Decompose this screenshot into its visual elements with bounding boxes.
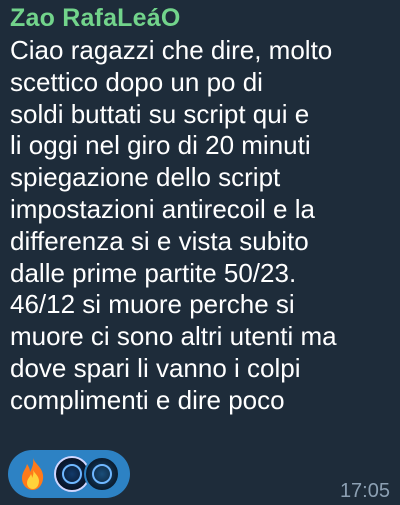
message-line: 46/12 si muore perche si: [10, 289, 295, 320]
avatar-ring: [92, 464, 112, 484]
fire-icon: [22, 458, 44, 490]
message-line: dove spari li vanno i colpi: [10, 352, 301, 383]
message-line: impostazioni antirecoil e la: [10, 193, 315, 224]
message-line: scettico dopo un po di: [10, 66, 263, 97]
avatar-ring: [62, 464, 82, 484]
message-text: Ciao ragazzi che dire, molto scettico do…: [10, 35, 395, 417]
reaction-pill[interactable]: [8, 450, 130, 498]
message-line: li oggi nel giro di 20 minuti: [10, 130, 311, 161]
message-line: Ciao ragazzi che dire, molto: [10, 35, 333, 65]
message-line: dalle prime partite 50/23.: [10, 257, 297, 288]
message-bubble[interactable]: Zao RafaLeáO Ciao ragazzi che dire, molt…: [0, 0, 400, 505]
message-line: soldi buttati su script qui e: [10, 98, 310, 129]
reactor-avatar: [84, 456, 120, 492]
message-line: complimenti e dire poco: [10, 384, 285, 415]
message-timestamp: 17:05: [339, 480, 390, 502]
fire-emoji-icon: [16, 457, 50, 491]
message-line: differenza si e vista subito: [10, 225, 309, 256]
message-line: spiegazione dello script: [10, 162, 281, 193]
message-line: muore ci sono altri utenti ma: [10, 321, 337, 352]
sender-name[interactable]: Zao RafaLeáO: [10, 2, 181, 34]
